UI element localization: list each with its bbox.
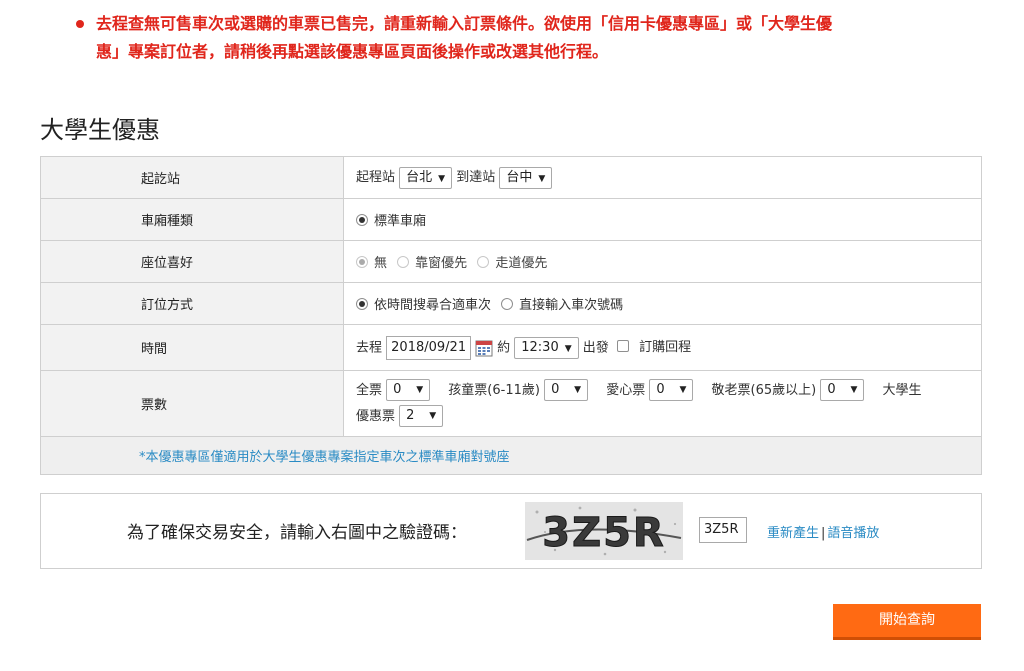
date-input[interactable]: 2018/09/21 xyxy=(386,335,472,360)
student-label-2: 優惠票 xyxy=(356,408,396,424)
station-value: 起程站 台北 ▼ 到達站 台中 ▼ xyxy=(343,156,982,199)
seat-window-radio[interactable] xyxy=(397,256,410,268)
chevron-down-icon: ▼ xyxy=(538,173,546,184)
time-value: 去程 2018/09/21 約 12:30 ▼ 出發 訂購回程 xyxy=(343,324,982,371)
to-station-select[interactable]: 台中 ▼ xyxy=(499,166,553,189)
disabled-label: 愛心票 xyxy=(606,382,646,398)
audio-captcha-link[interactable]: 語音播放 xyxy=(827,526,879,541)
return-checkbox[interactable] xyxy=(616,340,629,352)
senior-label: 敬老票(65歲以上) xyxy=(711,382,817,398)
chevron-down-icon: ▼ xyxy=(416,385,424,395)
booking-by-train-radio[interactable] xyxy=(501,298,514,310)
to-station-label: 到達站 xyxy=(456,170,496,186)
chevron-down-icon: ▼ xyxy=(564,343,572,354)
calendar-icon[interactable] xyxy=(475,339,493,357)
booking-by-time-label: 依時間搜尋合適車次 xyxy=(374,298,492,313)
row-seat: 座位喜好 無 靠窗優先 走道優先 xyxy=(40,240,982,283)
start-search-button[interactable]: 開始查詢 xyxy=(833,604,981,640)
outbound-label: 去程 xyxy=(356,340,383,355)
seat-aisle-label: 走道優先 xyxy=(495,256,548,271)
station-label: 起訖站 xyxy=(40,156,344,199)
car-type-standard-label: 標準車廂 xyxy=(374,214,427,229)
captcha-text: 3Z5R xyxy=(542,510,665,556)
row-station: 起訖站 起程站 台北 ▼ 到達站 台中 ▼ xyxy=(40,156,982,199)
seat-none-label: 無 xyxy=(374,256,388,271)
page-title: 大學生優惠 xyxy=(40,116,160,144)
booking-method-label: 訂位方式 xyxy=(40,282,344,325)
booking-by-train-label: 直接輸入車次號碼 xyxy=(519,298,624,313)
car-type-standard-radio[interactable] xyxy=(356,214,368,226)
error-line-1: 去程查無可售車次或選購的車票已售完，請重新輸入訂票條件。欲使用「信用卡優惠專區」… xyxy=(96,14,833,33)
student-label-1: 大學生 xyxy=(882,382,922,398)
row-car-type: 車廂種類 標準車廂 xyxy=(40,198,982,241)
time-select[interactable]: 12:30 ▼ xyxy=(514,336,579,359)
seat-window-label: 靠窗優先 xyxy=(415,256,468,271)
student-count-select[interactable]: 2 ▼ xyxy=(399,405,444,427)
child-count-select[interactable]: 0 ▼ xyxy=(544,379,589,401)
note-text: *本優惠專區僅適用於大學生優惠專案指定車次之標準車廂對號座 xyxy=(40,436,982,475)
booking-method-value: 依時間搜尋合適車次 直接輸入車次號碼 xyxy=(343,282,982,325)
adult-label: 全票 xyxy=(356,382,383,398)
seat-label: 座位喜好 xyxy=(40,240,344,283)
approx-label: 約 xyxy=(497,340,511,355)
error-line-2: 惠」專案訂位者，請稍後再點選該優惠專區頁面後操作或改選其他行程。 xyxy=(96,42,609,61)
chevron-down-icon: ▼ xyxy=(574,385,582,395)
chevron-down-icon: ▼ xyxy=(438,173,446,184)
seat-none-radio[interactable] xyxy=(356,256,368,268)
adult-count-select[interactable]: 0 ▼ xyxy=(386,379,431,401)
captcha-input[interactable]: 3Z5R xyxy=(699,517,747,543)
seat-value: 無 靠窗優先 走道優先 xyxy=(343,240,982,283)
bullet-icon xyxy=(76,20,84,28)
chevron-down-icon: ▼ xyxy=(429,411,437,421)
captcha-image: 3Z5R xyxy=(525,502,683,560)
error-message: 去程查無可售車次或選購的車票已售完，請重新輸入訂票條件。欲使用「信用卡優惠專區」… xyxy=(72,10,972,66)
link-separator: | xyxy=(821,526,826,541)
captcha-label: 為了確保交易安全，請輸入右圖中之驗證碼： xyxy=(127,523,467,543)
error-item: 去程查無可售車次或選購的車票已售完，請重新輸入訂票條件。欲使用「信用卡優惠專區」… xyxy=(72,10,972,66)
from-station-select[interactable]: 台北 ▼ xyxy=(399,166,453,189)
row-time: 時間 去程 2018/09/21 約 12:30 ▼ 出發 訂購回程 xyxy=(40,324,982,371)
regenerate-captcha-link[interactable]: 重新產生 xyxy=(767,526,819,541)
chevron-down-icon: ▼ xyxy=(679,385,687,395)
tickets-label: 票數 xyxy=(40,370,344,437)
booking-by-time-radio[interactable] xyxy=(356,298,368,310)
depart-label: 出發 xyxy=(582,340,609,355)
captcha-box: 為了確保交易安全，請輸入右圖中之驗證碼： 3Z5R 3Z5R 重新產生 | 語音播放 xyxy=(40,493,982,569)
row-booking-method: 訂位方式 依時間搜尋合適車次 直接輸入車次號碼 xyxy=(40,282,982,325)
chevron-down-icon: ▼ xyxy=(850,385,858,395)
child-label: 孩童票(6-11歲) xyxy=(448,382,540,398)
from-station-label: 起程站 xyxy=(356,170,396,186)
disabled-count-select[interactable]: 0 ▼ xyxy=(649,379,694,401)
seat-aisle-radio[interactable] xyxy=(477,256,490,268)
car-type-value: 標準車廂 xyxy=(343,198,982,241)
row-tickets: 票數 全票 0 ▼ 孩童票(6-11歲) 0 ▼ 愛心票 0 ▼ 敬老票(65歲以上)… xyxy=(40,370,982,437)
car-type-label: 車廂種類 xyxy=(40,198,344,241)
return-label: 訂購回程 xyxy=(639,340,692,355)
time-label: 時間 xyxy=(40,324,344,371)
captcha-links: 重新產生 | 語音播放 xyxy=(767,522,879,541)
row-note: *本優惠專區僅適用於大學生優惠專案指定車次之標準車廂對號座 xyxy=(40,436,982,475)
senior-count-select[interactable]: 0 ▼ xyxy=(820,379,865,401)
booking-form: 起訖站 起程站 台北 ▼ 到達站 台中 ▼ 車廂種類 標準車廂 座位喜好 無 靠窗優… xyxy=(40,156,982,475)
tickets-value: 全票 0 ▼ 孩童票(6-11歲) 0 ▼ 愛心票 0 ▼ 敬老票(65歲以上) 0 ▼… xyxy=(343,370,982,437)
